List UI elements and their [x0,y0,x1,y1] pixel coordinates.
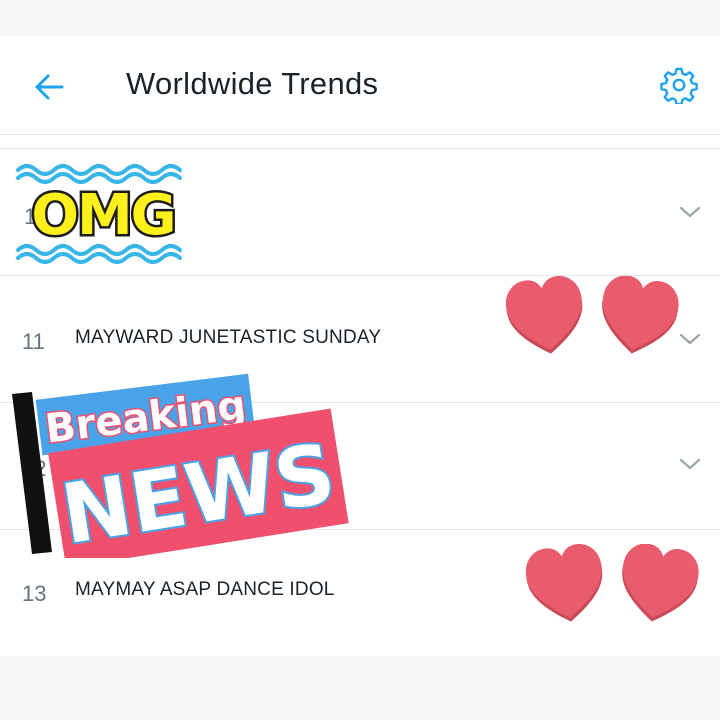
omg-text: OMG [31,183,174,248]
arrow-left-icon[interactable] [32,70,66,104]
status-bar-gap [0,0,720,36]
bottom-gap [0,656,720,720]
trend-rank: 11 [22,329,45,354]
breaking-news-sticker: Breaking NEWS [12,373,349,558]
omg-sticker: OMG [16,164,182,264]
gear-icon[interactable] [660,66,698,104]
chevron-down-icon[interactable] [679,205,701,219]
header-bar: Worldwide Trends [0,36,720,135]
chevron-down-icon[interactable] [679,457,701,471]
trend-label: MAYMAY ASAP DANCE IDOL [75,579,335,600]
hearts-sticker [525,544,699,622]
trend-label: MAYWARD JUNETASTIC SUNDAY [75,327,382,348]
trend-rank: 13 [22,581,47,606]
page-title: Worldwide Trends [126,66,379,101]
hearts-sticker [505,276,679,354]
